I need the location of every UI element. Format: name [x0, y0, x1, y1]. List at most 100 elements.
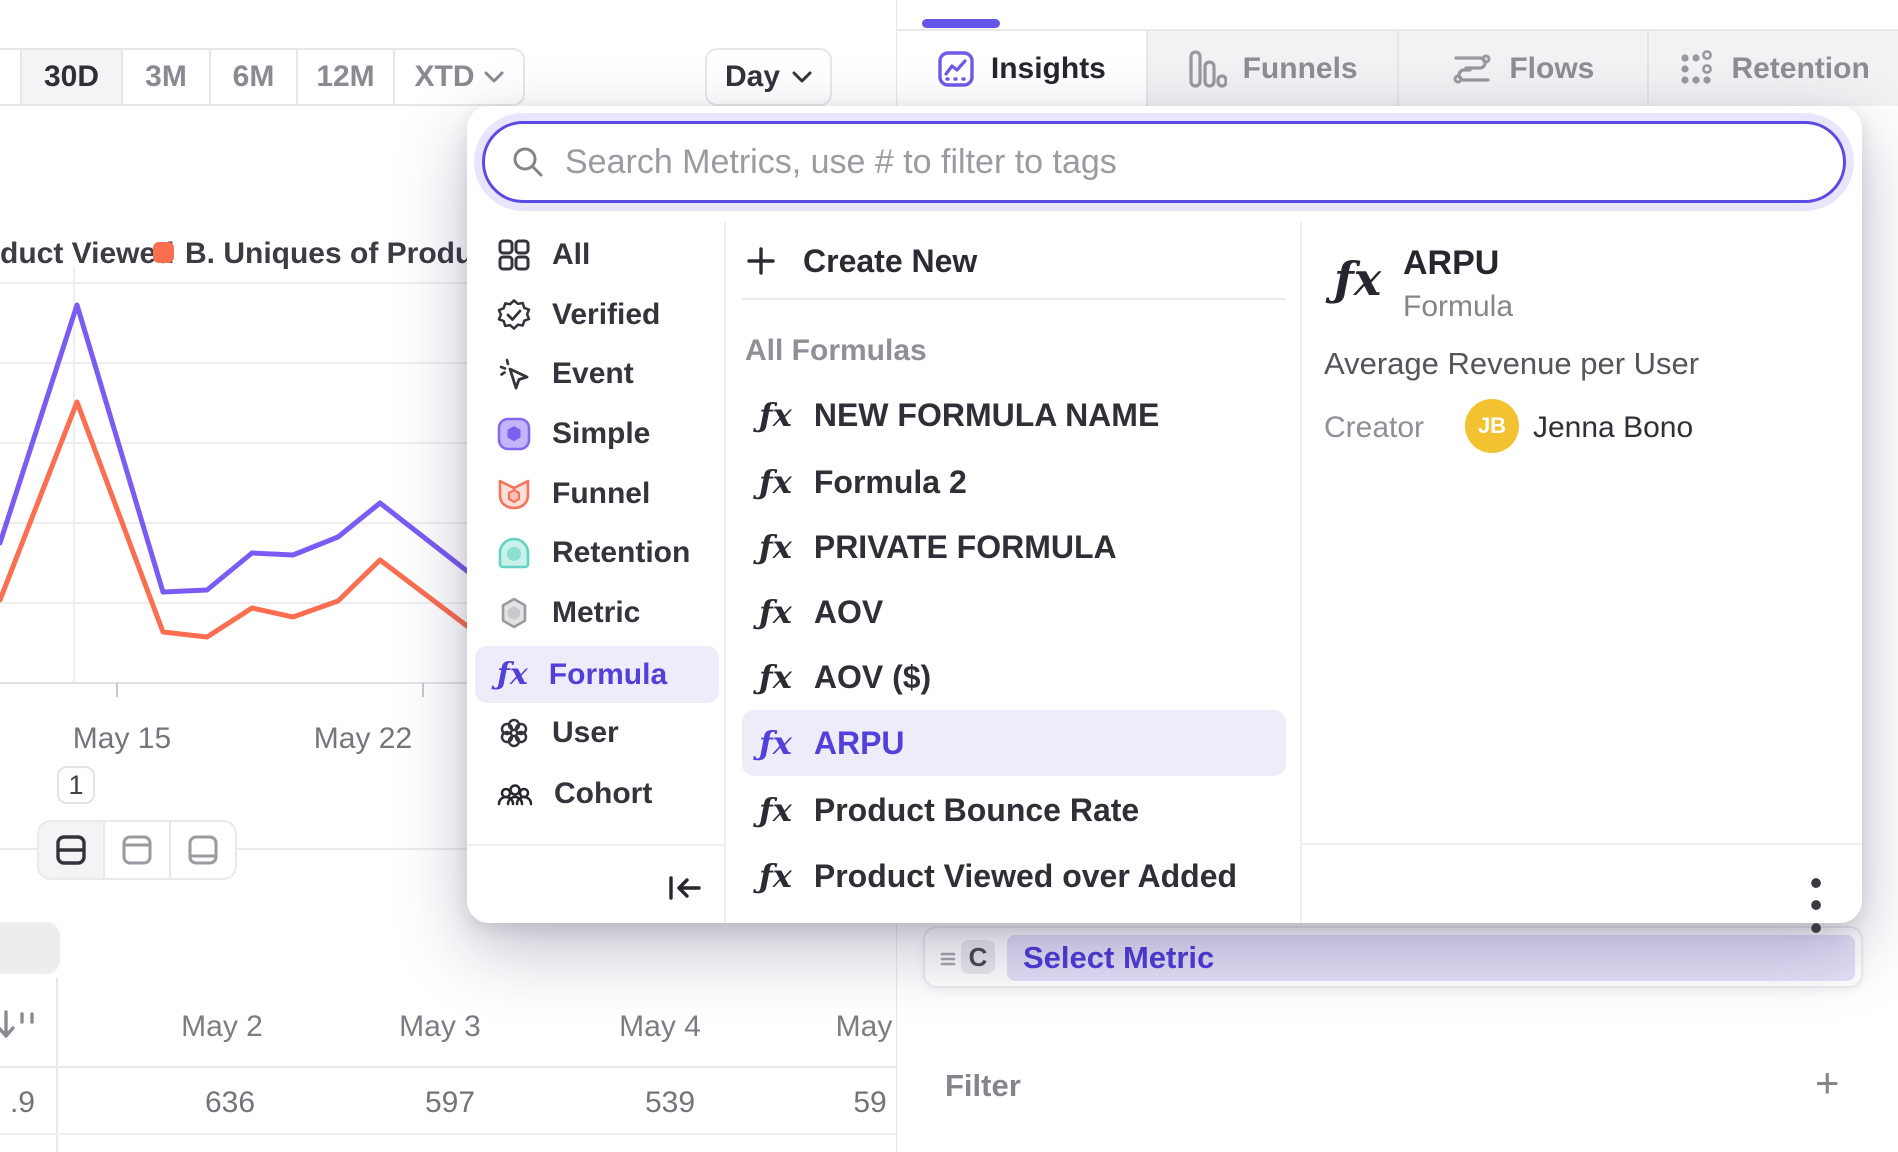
line-chart[interactable]	[0, 260, 500, 700]
formula-fx-icon: ƒx	[759, 794, 792, 826]
drag-handle-icon[interactable]	[939, 950, 957, 968]
select-metric-button[interactable]: Select Metric	[1007, 935, 1855, 981]
time-range-group: 30D 3M 6M 12M XTD	[0, 48, 525, 106]
time-range-30d[interactable]: 30D	[20, 50, 121, 104]
retention-dots-icon	[1677, 50, 1715, 88]
category-user[interactable]: User	[475, 705, 719, 761]
formula-item[interactable]: ƒx Product Bounce Rate	[742, 777, 1286, 843]
metric-hexagon-icon	[497, 596, 531, 630]
formula-item[interactable]: ƒx NEW FORMULA NAME	[742, 382, 1286, 448]
formula-fx-icon: ƒx	[759, 466, 792, 498]
tab-retention[interactable]: Retention	[1647, 31, 1898, 106]
chevron-down-icon	[792, 71, 812, 84]
formula-item-arpu-selected[interactable]: ƒx ARPU	[742, 710, 1286, 776]
time-range-12m[interactable]: 12M	[296, 50, 393, 104]
more-options-icon[interactable]: •••	[1801, 872, 1831, 939]
retention-arch-icon	[497, 536, 531, 570]
user-cluster-icon	[497, 716, 531, 750]
formula-fx-icon-large: ƒx	[1334, 256, 1381, 302]
metric-picker-modal: All Verified Event Simple	[467, 106, 1862, 923]
chart-page-button[interactable]: 1	[57, 766, 95, 804]
active-tab-indicator	[922, 19, 1000, 28]
formula-item[interactable]: ƒx AOV ($)	[742, 644, 1286, 710]
sort-icon[interactable]	[0, 1006, 40, 1048]
time-range-xtd[interactable]: XTD	[393, 50, 523, 104]
formula-item[interactable]: ƒx AOV	[742, 579, 1286, 645]
granularity-dropdown[interactable]: Day	[705, 48, 832, 106]
formula-item[interactable]: ƒx PRIVATE FORMULA	[742, 514, 1286, 580]
tab-flows[interactable]: Flows	[1397, 31, 1648, 106]
table-header-partial[interactable]: May	[800, 1010, 897, 1044]
time-range-3m[interactable]: 3M	[121, 50, 209, 104]
cohort-people-icon	[497, 777, 533, 811]
simple-hexagon-icon	[497, 417, 531, 451]
formula-item[interactable]: ƒx Formula 2	[742, 449, 1286, 515]
funnel-shield-icon	[497, 477, 531, 511]
layout-split-rows-button[interactable]	[39, 822, 103, 878]
search-icon	[511, 145, 545, 179]
list-divider	[742, 298, 1286, 300]
frozen-column-divider	[56, 978, 58, 1152]
plus-icon	[745, 245, 777, 277]
column-divider	[724, 222, 726, 923]
sidebar-footer-divider	[467, 844, 724, 846]
header-panel-icon	[119, 832, 155, 868]
breakdown-chip-partial[interactable]	[0, 922, 60, 974]
time-range-partial[interactable]	[0, 50, 20, 104]
collapse-sidebar-icon[interactable]	[663, 868, 705, 908]
split-rows-icon	[53, 832, 89, 868]
time-range-6m[interactable]: 6M	[209, 50, 296, 104]
view-tabbar: Insights Funnels Flows	[897, 29, 1898, 106]
layout-footer-panel-button[interactable]	[169, 822, 235, 878]
x-tick-may-15: May 15	[62, 722, 182, 756]
tab-insights[interactable]: Insights	[897, 31, 1146, 106]
formula-fx-icon: ƒx	[759, 399, 792, 431]
table-cell-frozen-partial: .9	[0, 1086, 35, 1120]
category-event[interactable]: Event	[475, 346, 719, 402]
table-header-may4[interactable]: May 4	[590, 1010, 730, 1044]
panel-layout-toggle	[37, 820, 237, 880]
app-root: 30D 3M 6M 12M XTD Day duct Viewed B. Uni…	[0, 0, 1898, 1152]
formula-fx-icon: ƒx	[759, 727, 792, 759]
category-verified[interactable]: Verified	[475, 287, 719, 343]
section-divider	[0, 848, 37, 850]
table-header-may2[interactable]: May 2	[152, 1010, 292, 1044]
table-cell: 539	[600, 1086, 740, 1120]
category-formula[interactable]: ƒx Formula	[475, 646, 719, 703]
category-metric[interactable]: Metric	[475, 585, 719, 641]
create-new-button[interactable]: Create New	[745, 239, 977, 283]
category-retention[interactable]: Retention	[475, 525, 719, 581]
detail-type: Formula	[1403, 290, 1513, 324]
formula-fx-icon: ƒx	[497, 660, 528, 690]
filter-section-label: Filter	[945, 1068, 1021, 1104]
grid-icon	[497, 238, 531, 272]
layout-header-panel-button[interactable]	[103, 822, 169, 878]
clause-letter-badge: C	[961, 940, 995, 974]
footer-panel-icon	[185, 832, 221, 868]
add-filter-button[interactable]: +	[1815, 1062, 1840, 1104]
formula-fx-icon: ƒx	[759, 860, 792, 892]
detail-title: ARPU	[1403, 244, 1499, 283]
tab-funnels[interactable]: Funnels	[1146, 31, 1397, 106]
detail-description: Average Revenue per User	[1324, 346, 1699, 382]
metric-clause-card: C Select Metric	[923, 926, 1863, 988]
formula-fx-icon: ƒx	[759, 596, 792, 628]
metric-search-input[interactable]	[565, 124, 1843, 200]
column-divider	[1300, 222, 1302, 923]
x-tick-may-22: May 22	[303, 722, 423, 756]
category-simple[interactable]: Simple	[475, 406, 719, 462]
table-cell: 597	[380, 1086, 520, 1120]
category-cohort[interactable]: Cohort	[475, 766, 719, 822]
creator-avatar: JB	[1465, 399, 1519, 453]
table-cell-partial: 59	[830, 1086, 897, 1120]
series-b-line	[0, 402, 467, 637]
verified-badge-icon	[497, 298, 531, 332]
category-funnel[interactable]: Funnel	[475, 466, 719, 522]
table-row-divider	[0, 1133, 897, 1135]
category-all[interactable]: All	[475, 227, 719, 283]
creator-name: Jenna Bono	[1533, 411, 1693, 445]
table-header-may3[interactable]: May 3	[370, 1010, 510, 1044]
formula-section-label: All Formulas	[745, 334, 927, 368]
creator-label: Creator	[1324, 411, 1424, 445]
formula-item[interactable]: ƒx Product Viewed over Added	[742, 843, 1286, 909]
